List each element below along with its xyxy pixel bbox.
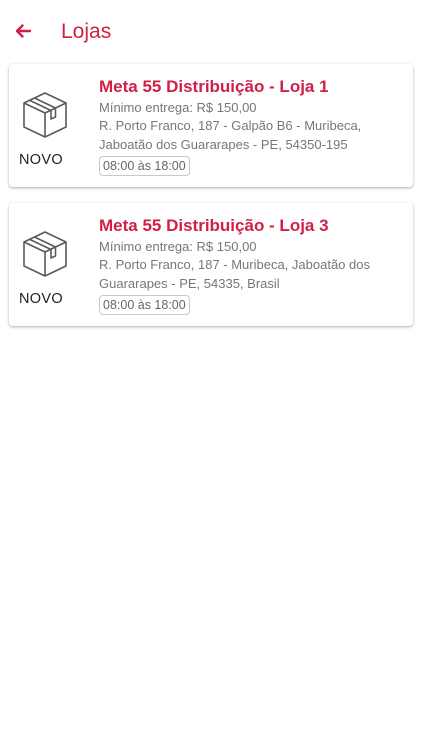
store-address: R. Porto Franco, 187 - Galpão B6 - Murib… [99,118,362,152]
store-address: R. Porto Franco, 187 - Muribeca, Jaboatã… [99,257,370,291]
header: Lojas [0,0,422,62]
back-button[interactable] [10,18,36,44]
arrow-left-icon [15,24,32,38]
store-name: Meta 55 Distribuição - Loja 3 [99,216,329,235]
minimum-order: Mínimo entrega: R$ 150,00 [99,100,257,115]
minimum-order: Mínimo entrega: R$ 150,00 [99,239,257,254]
store-card[interactable]: NOVO Meta 55 Distribuição - Loja 3 Mínim… [9,203,413,326]
box-icon [23,231,67,277]
box-icon [23,92,67,138]
new-badge: NOVO [19,152,63,168]
new-badge: NOVO [19,291,63,307]
store-name: Meta 55 Distribuição - Loja 1 [99,77,329,96]
opening-hours-badge: 08:00 às 18:00 [99,156,190,176]
opening-hours-badge: 08:00 às 18:00 [99,295,190,315]
page-title: Lojas [61,20,112,43]
store-card[interactable]: NOVO Meta 55 Distribuição - Loja 1 Mínim… [9,64,413,187]
